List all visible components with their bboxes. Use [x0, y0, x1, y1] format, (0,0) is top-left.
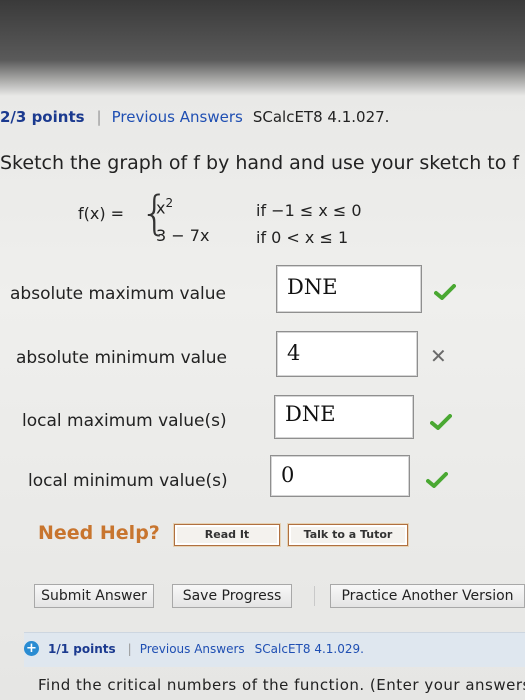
case2-condition: if 0 < x ≤ 1 — [256, 228, 349, 247]
previous-answers-link[interactable]: Previous Answers — [112, 108, 243, 126]
question-instruction: Sketch the graph of f by hand and use yo… — [0, 152, 520, 174]
case1-condition: if −1 ≤ x ≤ 0 — [256, 201, 362, 220]
case1-expression: x2 — [156, 196, 174, 218]
local-max-input[interactable]: DNE — [274, 395, 414, 439]
header-separator: | — [96, 108, 102, 126]
correct-check-icon — [426, 472, 448, 488]
next-previous-answers-link[interactable]: Previous Answers — [140, 642, 245, 656]
save-progress-button[interactable]: Save Progress — [172, 584, 292, 608]
button-divider — [314, 586, 315, 606]
abs-max-input[interactable]: DNE — [276, 265, 422, 313]
points-score: 2/3 points — [0, 108, 85, 126]
problem-code: SCalcET8 4.1.027. — [252, 108, 390, 126]
expand-plus-icon[interactable]: + — [24, 641, 39, 656]
local-max-label: local maximum value(s) — [22, 411, 227, 431]
need-help-label: Need Help? — [38, 522, 160, 544]
local-min-label: local minimum value(s) — [28, 471, 228, 491]
local-min-input[interactable]: 0 — [270, 455, 410, 497]
correct-check-icon — [434, 284, 456, 300]
next-header-separator: | — [127, 642, 132, 656]
talk-to-tutor-button[interactable]: Talk to a Tutor — [288, 524, 408, 546]
next-question-header: 1/1 points | Previous Answers SCalcET8 4.1.… — [48, 642, 364, 656]
next-problem-code: SCalcET8 4.1.029. — [254, 642, 364, 656]
practice-another-version-button[interactable]: Practice Another Version — [330, 584, 525, 608]
submit-answer-button[interactable]: Submit Answer — [34, 584, 154, 608]
next-question-text: Find the critical numbers of the functio… — [38, 676, 525, 694]
correct-check-icon — [430, 414, 452, 430]
incorrect-x-icon: ✕ — [430, 344, 447, 368]
function-lhs: f(x) = — [78, 204, 125, 223]
question-header: 2/3 points | Previous Answers SCalcET8 4.1.… — [0, 108, 389, 126]
abs-min-label: absolute minimum value — [16, 348, 228, 368]
abs-min-input[interactable]: 4 — [276, 331, 418, 377]
read-it-button[interactable]: Read It — [174, 524, 280, 546]
next-points-score: 1/1 points — [48, 642, 116, 656]
abs-max-label: absolute maximum value — [10, 284, 226, 304]
case2-expression: 3 − 7x — [156, 226, 210, 245]
